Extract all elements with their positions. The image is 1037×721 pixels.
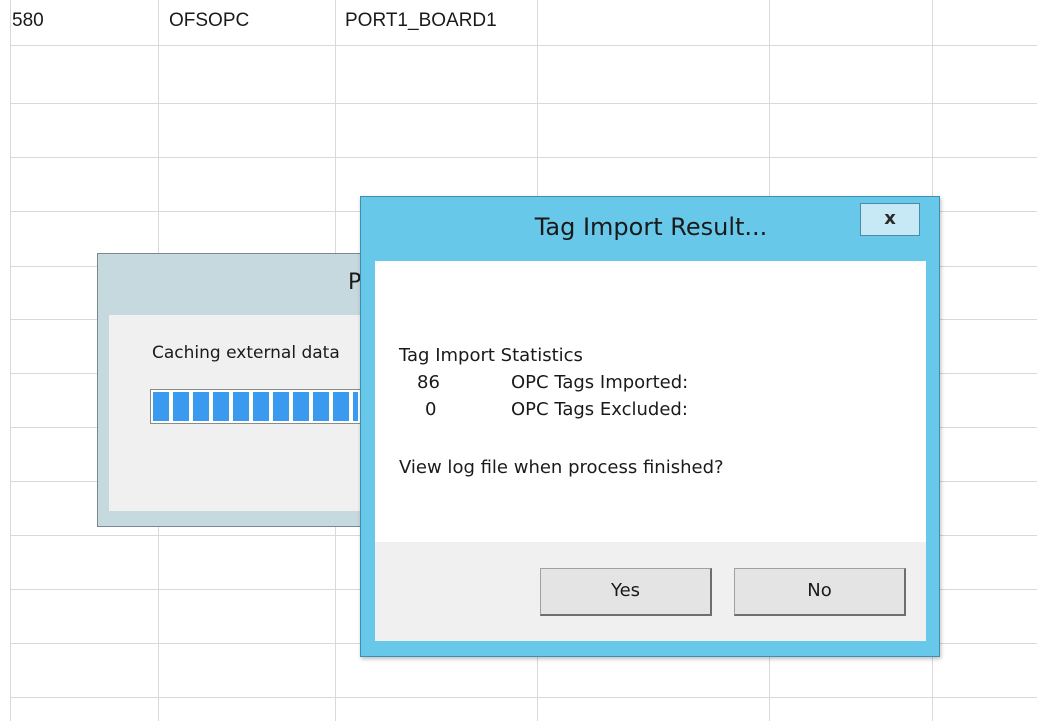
cell-row1-col1[interactable]: 580	[12, 10, 44, 32]
yes-button[interactable]: Yes	[540, 568, 712, 616]
grid-hline	[10, 45, 1037, 46]
no-button[interactable]: No	[734, 568, 906, 616]
progress-bar-fill	[153, 392, 358, 421]
grid-hline	[10, 103, 1037, 104]
grid-hline	[10, 697, 1037, 698]
progress-message: Caching external data	[152, 343, 340, 363]
cell-row1-col2[interactable]: OFSOPC	[169, 10, 249, 32]
stat-count-excluded: 0	[425, 399, 437, 420]
progress-dialog-body: Caching external data	[109, 315, 410, 511]
progress-dialog: P Caching external data	[97, 253, 410, 527]
dialog-title: Tag Import Result...	[534, 213, 768, 241]
grid-vline	[10, 0, 11, 721]
grid-hline	[10, 157, 1037, 158]
dialog-button-bar: Yes No	[375, 542, 926, 641]
tag-import-result-dialog: Tag Import Result... x Tag Import Statis…	[360, 196, 940, 657]
stat-label-excluded: OPC Tags Excluded:	[511, 399, 688, 420]
dialog-content: Tag Import Statistics 86 OPC Tags Import…	[375, 261, 926, 542]
stats-heading: Tag Import Statistics	[399, 345, 583, 366]
stat-count-imported: 86	[417, 372, 440, 393]
cell-row1-col3[interactable]: PORT1_BOARD1	[345, 10, 497, 32]
close-icon: x	[884, 208, 896, 229]
question-text: View log file when process finished?	[399, 457, 724, 478]
close-button[interactable]: x	[860, 203, 920, 236]
stat-label-imported: OPC Tags Imported:	[511, 372, 689, 393]
